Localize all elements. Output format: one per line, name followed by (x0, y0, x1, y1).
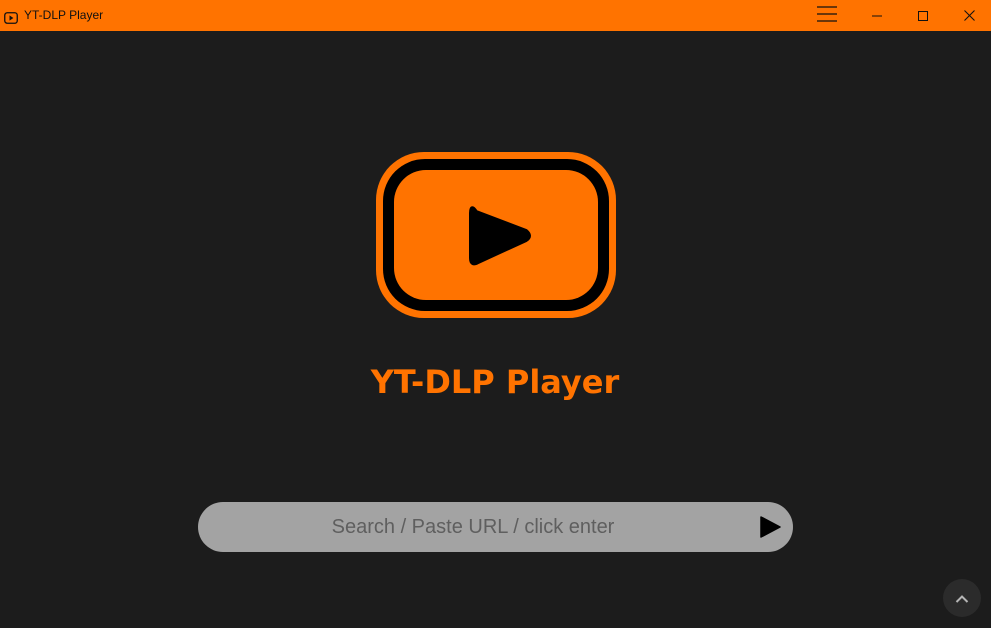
title-bar[interactable]: YT-DLP Player (0, 0, 991, 31)
search-submit-button[interactable] (758, 515, 782, 539)
play-button-icon (374, 150, 618, 320)
window-title: YT-DLP Player (24, 8, 104, 22)
close-button[interactable] (953, 0, 985, 31)
chevron-up-icon (955, 589, 969, 608)
search-bar (198, 502, 793, 552)
search-input[interactable] (198, 502, 748, 552)
scroll-to-top-button[interactable] (943, 579, 981, 617)
app-window: YT-DLP Player YT-DLP Player Search / Pas… (0, 0, 991, 628)
maximize-button[interactable] (907, 0, 939, 31)
menu-button[interactable] (811, 0, 843, 31)
minimize-icon (872, 6, 882, 25)
play-icon (758, 516, 782, 543)
hamburger-menu-icon (817, 5, 837, 26)
close-icon (963, 6, 975, 25)
video-icon (4, 9, 18, 24)
maximize-icon (918, 6, 928, 25)
minimize-button[interactable] (861, 0, 893, 31)
app-title: YT-DLP Player (370, 363, 620, 401)
